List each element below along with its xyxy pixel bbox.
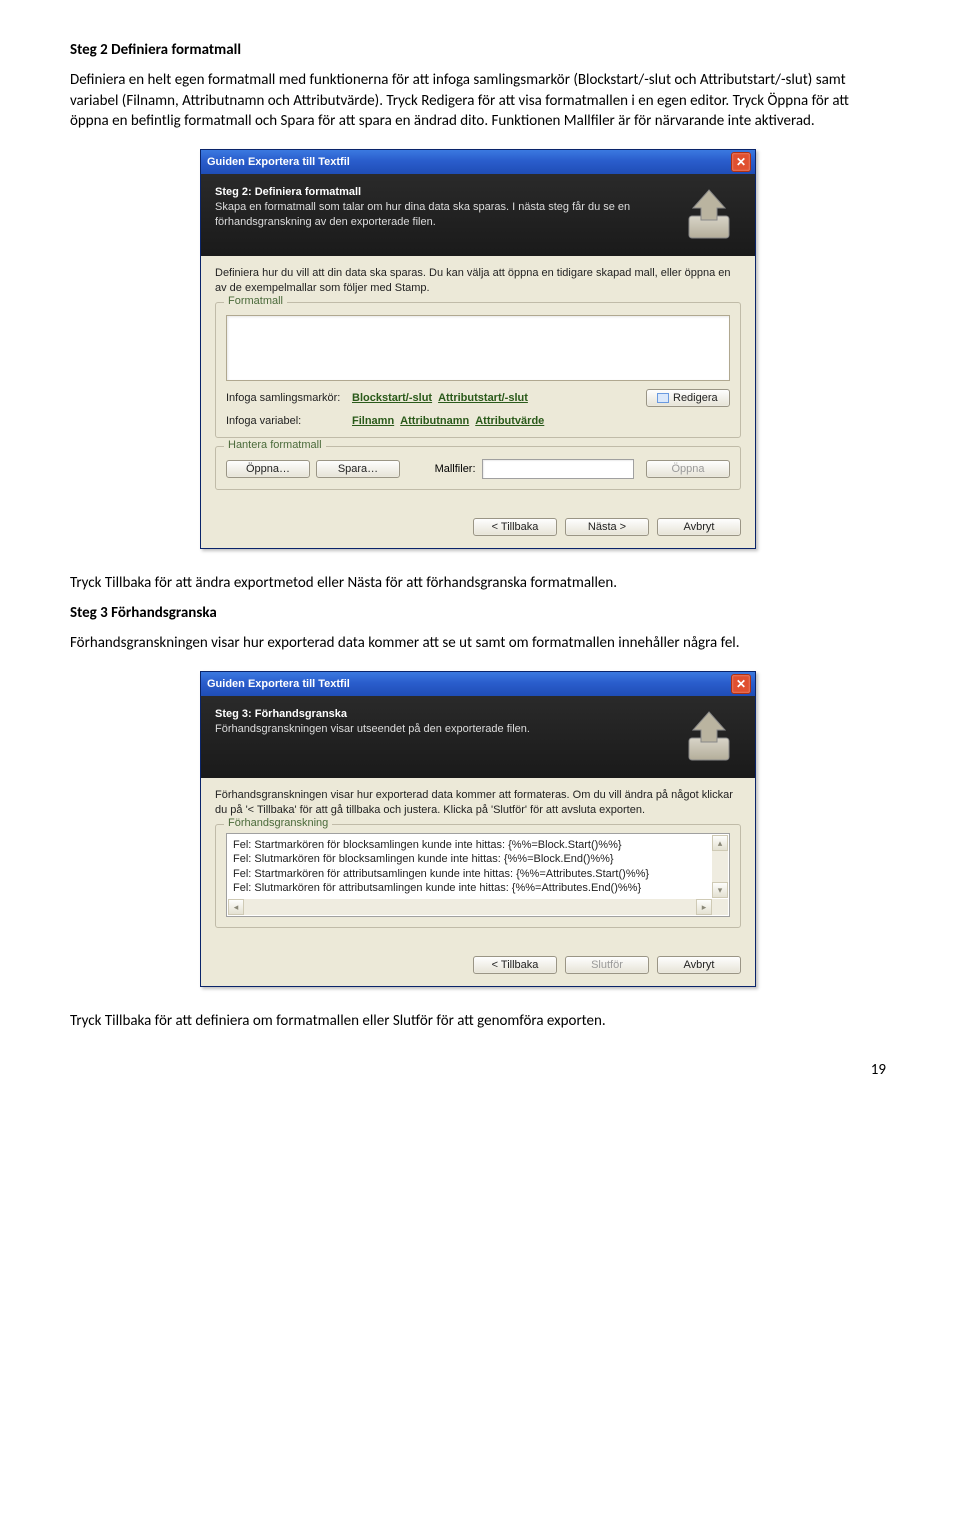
scroll-right-icon[interactable]: ▸ bbox=[696, 899, 712, 915]
dialog-step3: Guiden Exportera till Textfil ✕ Steg 3: … bbox=[200, 671, 756, 987]
dialog-body: Definiera hur du vill att din data ska s… bbox=[201, 256, 755, 510]
preview-output: Fel: Startmarkören för blocksamlingen ku… bbox=[226, 833, 730, 917]
preview-line: Fel: Slutmarkören för attributsamlingen … bbox=[233, 881, 723, 895]
link-filnamn[interactable]: Filnamn bbox=[352, 415, 394, 427]
mallfiler-select[interactable] bbox=[482, 459, 634, 479]
close-icon[interactable]: ✕ bbox=[731, 152, 751, 172]
dialog-buttons: < Tillbaka Slutför Avbryt bbox=[201, 948, 755, 986]
dialog-banner: Steg 2: Definiera formatmall Skapa en fo… bbox=[201, 174, 755, 256]
upload-arrow-icon bbox=[679, 706, 739, 766]
redigera-button[interactable]: Redigera bbox=[646, 389, 730, 407]
between-para-1: Tryck Tillbaka för att ändra exportmetod… bbox=[70, 573, 890, 593]
upload-arrow-icon bbox=[679, 184, 739, 244]
dialog-banner: Steg 3: Förhandsgranska Förhandsgranskni… bbox=[201, 696, 755, 778]
finish-button: Slutför bbox=[565, 956, 649, 974]
legend-formatmall: Formatmall bbox=[224, 295, 287, 307]
link-blockstart[interactable]: Blockstart/-slut bbox=[352, 392, 432, 404]
mallfiler-label: Mallfiler: bbox=[435, 463, 476, 475]
oppna-button[interactable]: Öppna… bbox=[226, 460, 310, 478]
back-button[interactable]: < Tillbaka bbox=[473, 518, 557, 536]
edit-icon bbox=[657, 393, 669, 403]
preview-line: Fel: Startmarkören för blocksamlingen ku… bbox=[233, 838, 723, 852]
step3-paragraph: Förhandsgranskningen visar hur exportera… bbox=[70, 633, 890, 653]
next-button[interactable]: Nästa > bbox=[565, 518, 649, 536]
page-number: 19 bbox=[70, 1061, 890, 1079]
fieldset-preview: Förhandsgranskning Fel: Startmarkören fö… bbox=[215, 824, 741, 928]
step3-heading: Steg 3 Förhandsgranska bbox=[70, 604, 217, 622]
infoga-samling-label: Infoga samlingsmarkör: bbox=[226, 392, 346, 404]
scroll-up-icon[interactable]: ▴ bbox=[712, 835, 728, 851]
dialog-title: Guiden Exportera till Textfil bbox=[207, 156, 350, 168]
body-desc: Definiera hur du vill att din data ska s… bbox=[215, 266, 741, 296]
titlebar: Guiden Exportera till Textfil ✕ bbox=[201, 672, 755, 696]
scrollbar-horizontal[interactable]: ◂ ▸ bbox=[228, 899, 712, 915]
step2-paragraph: Definiera en helt egen formatmall med fu… bbox=[70, 70, 890, 131]
legend-preview: Förhandsgranskning bbox=[224, 817, 332, 829]
fieldset-formatmall: Formatmall Infoga samlingsmarkör: Blocks… bbox=[215, 302, 741, 438]
closing-paragraph: Tryck Tillbaka för att definiera om form… bbox=[70, 1011, 890, 1031]
titlebar: Guiden Exportera till Textfil ✕ bbox=[201, 150, 755, 174]
banner-title: Steg 3: Förhandsgranska bbox=[215, 708, 741, 720]
step2-heading: Steg 2 Definiera formatmall bbox=[70, 41, 241, 59]
scroll-corner bbox=[712, 899, 728, 915]
fieldset-hantera: Hantera formatmall Öppna… Spara… Mallfil… bbox=[215, 446, 741, 490]
link-attributnamn[interactable]: Attributnamn bbox=[400, 415, 469, 427]
scroll-down-icon[interactable]: ▾ bbox=[712, 882, 728, 898]
back-button[interactable]: < Tillbaka bbox=[473, 956, 557, 974]
cancel-button[interactable]: Avbryt bbox=[657, 518, 741, 536]
infoga-variabel-label: Infoga variabel: bbox=[226, 415, 346, 427]
oppna2-button: Öppna bbox=[646, 460, 730, 478]
body-desc: Förhandsgranskningen visar hur exportera… bbox=[215, 788, 741, 818]
banner-desc: Skapa en formatmall som talar om hur din… bbox=[215, 200, 635, 230]
scrollbar-vertical[interactable]: ▴ ▾ bbox=[712, 835, 728, 898]
preview-line: Fel: Slutmarkören för blocksamlingen kun… bbox=[233, 852, 723, 866]
legend-hantera: Hantera formatmall bbox=[224, 439, 326, 451]
banner-title: Steg 2: Definiera formatmall bbox=[215, 186, 741, 198]
dialog-body: Förhandsgranskningen visar hur exportera… bbox=[201, 778, 755, 948]
link-attributvarde[interactable]: Attributvärde bbox=[475, 415, 544, 427]
cancel-button[interactable]: Avbryt bbox=[657, 956, 741, 974]
formatmall-textarea[interactable] bbox=[226, 315, 730, 381]
close-icon[interactable]: ✕ bbox=[731, 674, 751, 694]
banner-desc: Förhandsgranskningen visar utseendet på … bbox=[215, 722, 635, 737]
dialog-step2: Guiden Exportera till Textfil ✕ Steg 2: … bbox=[200, 149, 756, 549]
scroll-left-icon[interactable]: ◂ bbox=[228, 899, 244, 915]
link-attributstart[interactable]: Attributstart/-slut bbox=[438, 392, 528, 404]
dialog-buttons: < Tillbaka Nästa > Avbryt bbox=[201, 510, 755, 548]
dialog-title: Guiden Exportera till Textfil bbox=[207, 678, 350, 690]
spara-button[interactable]: Spara… bbox=[316, 460, 400, 478]
preview-line: Fel: Startmarkören för attributsamlingen… bbox=[233, 867, 723, 881]
